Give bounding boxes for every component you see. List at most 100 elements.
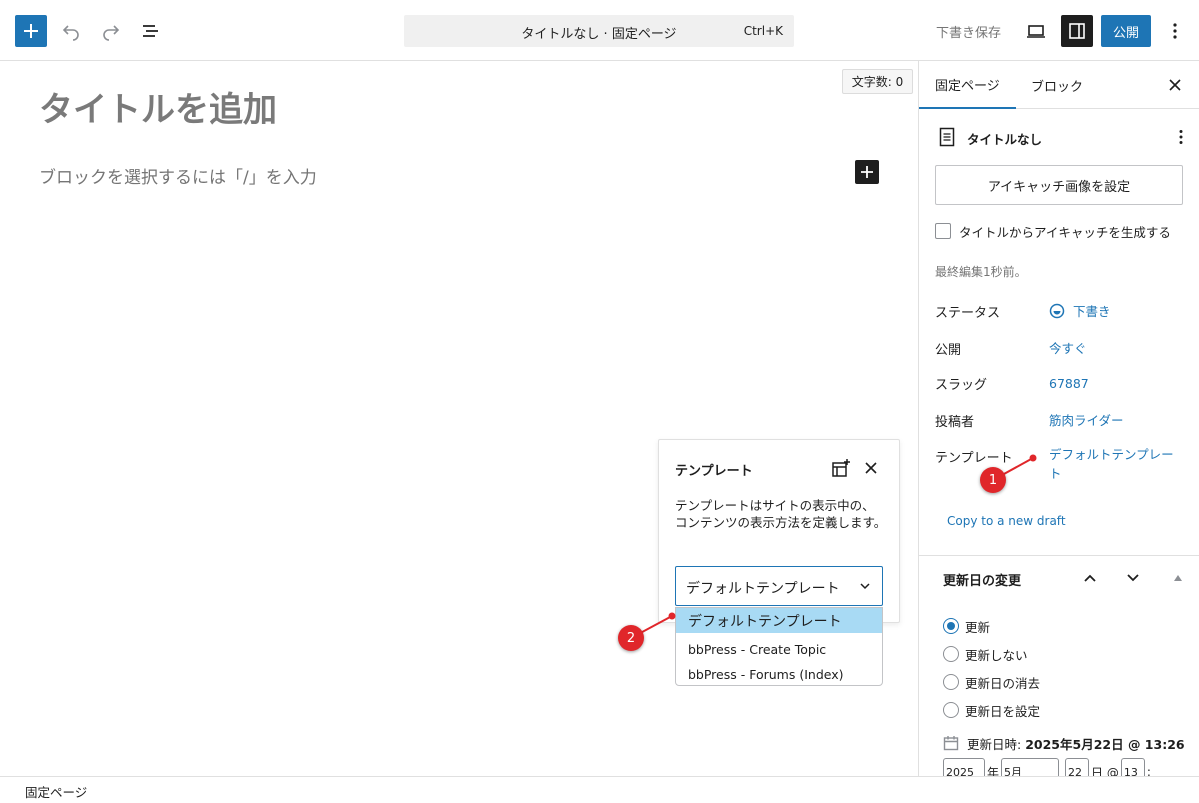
settings-sidebar: 固定ページ ブロック タイトルなし アイキャッチ画像を設定 タイトルからアイキャ… [918, 61, 1199, 776]
plus-icon [24, 24, 38, 38]
editor-toolbar: タイトルなし · 固定ページ Ctrl+K 下書き保存 公開 [0, 0, 1199, 61]
update-option-row[interactable]: 更新しない [943, 645, 1028, 663]
hour-input[interactable]: 13 [1120, 758, 1145, 776]
template-option[interactable]: bbPress - Create Topic [676, 637, 882, 662]
status-label: ステータス [935, 306, 1001, 321]
annotation-marker: 2 [618, 625, 644, 651]
options-button[interactable] [1159, 15, 1191, 47]
update-date-panel-title[interactable]: 更新日の変更 [943, 570, 1021, 589]
close-popover-button[interactable] [859, 456, 883, 480]
create-template-button[interactable] [829, 456, 853, 480]
update-option-label: 更新しない [965, 647, 1028, 663]
close-icon [865, 462, 877, 474]
status-value[interactable]: 下書き [1049, 301, 1111, 320]
publish-button[interactable]: 公開 [1101, 15, 1151, 47]
update-option-label: 更新日の消去 [965, 675, 1041, 691]
move-down-button[interactable] [1121, 566, 1145, 590]
move-up-button[interactable] [1078, 566, 1102, 590]
settings-button[interactable] [1061, 15, 1093, 47]
plus-icon [861, 166, 873, 178]
more-vertical-icon [1173, 23, 1177, 39]
title-placeholder[interactable]: タイトルを追加 [39, 82, 277, 131]
generate-featured-checkbox[interactable] [935, 223, 951, 239]
update-date-display: 更新日時: 2025年5月22日 @ 13:26 [943, 734, 1185, 752]
update-option-row[interactable]: 更新日を設定 [943, 701, 1040, 719]
collapse-panel-button[interactable] [1166, 566, 1190, 590]
template-dropdown: デフォルトテンプレート bbPress - Create Topic bbPre… [675, 607, 883, 686]
month-select-value: 5月 [1004, 766, 1023, 776]
sidebar-toggle-icon [1069, 23, 1085, 39]
annotation-marker: 1 [980, 467, 1006, 493]
word-count: 文字数: 0 [842, 69, 913, 94]
copy-to-draft-link[interactable]: Copy to a new draft [947, 514, 1066, 528]
month-select[interactable]: 5月 [1001, 758, 1060, 776]
generate-featured-label: タイトルからアイキャッチを生成する [959, 224, 1171, 240]
generate-featured-row: タイトルからアイキャッチを生成する [935, 222, 1171, 240]
draft-status-icon [1049, 303, 1065, 319]
last-edited: 最終編集1秒前。 [935, 265, 1027, 279]
undo-icon [62, 25, 79, 41]
radio-button[interactable] [943, 702, 959, 718]
template-select-value: デフォルトテンプレート [686, 581, 840, 597]
tab-page[interactable]: 固定ページ [919, 61, 1016, 109]
publish-date-value[interactable]: 今すぐ [1049, 338, 1087, 357]
template-option[interactable]: デフォルトテンプレート [676, 608, 882, 633]
radio-button[interactable] [943, 618, 959, 634]
template-value[interactable]: デフォルトテンプレート [1049, 445, 1179, 483]
redo-button[interactable] [95, 15, 127, 47]
update-option-label: 更新 [965, 619, 991, 635]
tab-block[interactable]: ブロック [1031, 61, 1083, 109]
block-inserter-button[interactable] [15, 15, 47, 47]
status-value-text: 下書き [1073, 304, 1111, 319]
update-date-label: 更新日時: [967, 736, 1022, 752]
set-featured-image-button[interactable]: アイキャッチ画像を設定 [935, 165, 1183, 205]
chevron-down-icon [860, 583, 870, 590]
triangle-up-icon [1174, 575, 1182, 581]
close-sidebar-button[interactable] [1163, 73, 1187, 97]
breadcrumb[interactable]: 固定ページ [25, 782, 87, 801]
save-draft-button[interactable]: 下書き保存 [936, 22, 1001, 41]
document-actions-button[interactable] [1171, 127, 1191, 147]
block-placeholder[interactable]: ブロックを選択するには「/」を入力 [39, 163, 317, 188]
undo-button[interactable] [55, 15, 87, 47]
chevron-up-icon [1084, 574, 1096, 582]
popover-title: テンプレート [675, 464, 753, 479]
day-input[interactable]: 22 [1065, 758, 1090, 776]
redo-icon [103, 25, 120, 41]
radio-button[interactable] [943, 646, 959, 662]
popover-description: テンプレートはサイトの表示中の、コンテンツの表示方法を定義します。 [675, 498, 887, 530]
footer-bar: 固定ページ [0, 776, 1199, 803]
radio-button[interactable] [943, 674, 959, 690]
document-overview-button[interactable] [135, 15, 167, 47]
document-title: タイトルなし · 固定ページ [521, 27, 677, 42]
calendar-icon [943, 736, 959, 751]
year-unit: 年 [987, 765, 1000, 777]
update-option-row[interactable]: 更新 [943, 617, 990, 635]
document-summary: タイトルなし [935, 125, 1185, 149]
year-input[interactable]: 2025 [943, 758, 985, 776]
panel-divider [919, 555, 1199, 556]
template-label: テンプレート [935, 451, 1013, 466]
author-label: 投稿者 [935, 415, 975, 430]
template-option[interactable]: bbPress - Forums (Index) [676, 662, 882, 687]
shortcut-hint: Ctrl+K [743, 24, 783, 38]
add-template-icon [832, 459, 850, 477]
more-vertical-icon [1179, 130, 1183, 144]
day-unit: 日 @ [1091, 765, 1119, 777]
page-icon [939, 127, 955, 147]
publish-label: 公開 [935, 343, 962, 358]
slug-label: スラッグ [935, 378, 988, 393]
update-option-row[interactable]: 更新日の消去 [943, 673, 1040, 691]
close-icon [1169, 79, 1181, 91]
sidebar-tabs: 固定ページ ブロック [919, 61, 1199, 109]
preview-button[interactable] [1020, 15, 1052, 47]
slug-value[interactable]: 67887 [1049, 376, 1089, 391]
update-option-label: 更新日を設定 [965, 703, 1041, 719]
add-block-button[interactable] [855, 160, 879, 184]
command-palette-bar[interactable]: タイトルなし · 固定ページ Ctrl+K [404, 15, 794, 47]
time-colon: : [1146, 765, 1151, 776]
author-value[interactable]: 筋肉ライダー [1049, 410, 1124, 429]
list-view-icon [143, 25, 158, 37]
desktop-icon [1027, 25, 1045, 38]
template-select[interactable]: デフォルトテンプレート [675, 566, 883, 606]
